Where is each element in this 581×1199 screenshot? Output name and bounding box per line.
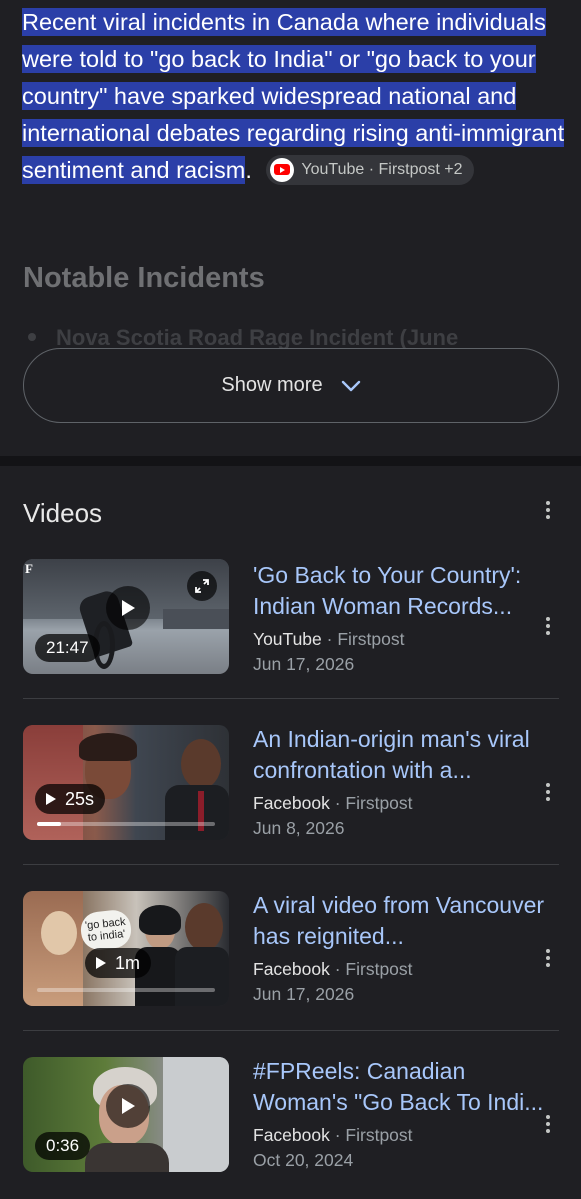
video-source: Facebook (253, 793, 330, 813)
video-result[interactable]: 0:36 #FPReels: Canadian Woman's "Go Back… (0, 1031, 581, 1197)
video-info: A viral video from Vancouver has reignit… (253, 890, 553, 1007)
youtube-icon (270, 157, 295, 182)
expand-icon[interactable] (187, 571, 217, 601)
video-publisher: Firstpost (345, 1125, 413, 1145)
duration-badge: 1m (85, 948, 152, 978)
more-options-icon[interactable] (538, 615, 558, 637)
video-meta: Facebook · Firstpost (253, 1125, 413, 1145)
video-meta: Facebook · Firstpost (253, 793, 413, 813)
video-info: 'Go Back to Your Country': Indian Woman … (253, 560, 553, 677)
play-icon (96, 957, 106, 969)
anchor-face-shape (181, 739, 221, 789)
more-options-icon[interactable] (538, 781, 558, 803)
video-thumbnail[interactable]: 0:36 (23, 1057, 229, 1172)
video-source: Facebook (253, 1125, 330, 1145)
duration-text: 25s (65, 789, 95, 809)
source-chip[interactable]: YouTube · Firstpost +2 (266, 154, 474, 185)
caption-bubble: 'go back to india' (79, 908, 133, 952)
video-result[interactable]: 'go back to india' 1m A viral video from… (0, 865, 581, 1031)
anchor-suit-shape (165, 785, 229, 840)
source-chip-label: YouTube · Firstpost +2 (301, 160, 463, 178)
video-thumbnail[interactable]: F 21:47 (23, 559, 229, 674)
play-icon (46, 793, 56, 805)
video-publisher: Firstpost (337, 629, 405, 649)
video-result[interactable]: 25s An Indian-origin man's viral confron… (0, 699, 581, 865)
video-title-link[interactable]: An Indian-origin man's viral confrontati… (253, 724, 553, 786)
overview-summary: Recent viral incidents in Canada where i… (22, 4, 567, 189)
more-options-icon[interactable] (538, 947, 558, 969)
video-thumbnail[interactable]: 25s (23, 725, 229, 840)
video-publisher: Firstpost (345, 793, 413, 813)
video-date: Jun 17, 2026 (253, 654, 355, 674)
video-meta: YouTube · Firstpost (253, 629, 405, 649)
hair-shape (139, 905, 181, 935)
firstpost-logo: F (25, 561, 33, 576)
ai-overview-section: Recent viral incidents in Canada where i… (0, 0, 581, 456)
video-info: #FPReels: Canadian Woman's "Go Back To I… (253, 1056, 553, 1173)
video-date: Jun 8, 2026 (253, 818, 345, 838)
video-title-link[interactable]: #FPReels: Canadian Woman's "Go Back To I… (253, 1056, 553, 1118)
hair-shape (79, 733, 137, 761)
notable-incidents-heading: Notable Incidents (23, 262, 265, 294)
duration-text: 1m (115, 953, 141, 973)
video-thumbnail[interactable]: 'go back to india' 1m (23, 891, 229, 1006)
anchor-face-shape (185, 903, 223, 951)
section-divider (0, 456, 581, 466)
show-more-label: Show more (221, 374, 323, 396)
bullet-icon (28, 333, 36, 341)
video-source: Facebook (253, 959, 330, 979)
video-source: YouTube (253, 629, 322, 649)
more-options-icon[interactable] (538, 1113, 558, 1135)
videos-section: Videos F 21:47 'Go Back to Your Country'… (0, 466, 581, 1199)
summary-period: . (245, 157, 252, 183)
show-more-button[interactable]: Show more (23, 348, 559, 423)
video-meta: Facebook · Firstpost (253, 959, 413, 979)
progress-bar (37, 822, 215, 826)
video-publisher: Firstpost (345, 959, 413, 979)
video-date: Oct 20, 2024 (253, 1150, 354, 1170)
building-shape (163, 1057, 229, 1172)
play-icon (106, 586, 150, 630)
chevron-down-icon (341, 380, 360, 391)
anchor-suit-shape (175, 947, 229, 1006)
faded-list-item-text: Nova Scotia Road Rage Incident (June (56, 325, 459, 350)
progress-bar (37, 988, 215, 992)
woman-face-shape (41, 911, 77, 955)
videos-heading: Videos (23, 498, 103, 528)
video-title-link[interactable]: A viral video from Vancouver has reignit… (253, 890, 553, 952)
duration-badge: 0:36 (35, 1132, 91, 1160)
play-icon (106, 1084, 150, 1128)
video-result[interactable]: F 21:47 'Go Back to Your Country': India… (0, 533, 581, 699)
duration-badge: 21:47 (35, 634, 100, 662)
video-date: Jun 17, 2026 (253, 984, 355, 1004)
video-info: An Indian-origin man's viral confrontati… (253, 724, 553, 841)
more-options-icon[interactable] (538, 499, 558, 521)
video-title-link[interactable]: 'Go Back to Your Country': Indian Woman … (253, 560, 553, 622)
coat-shape (85, 1143, 169, 1172)
duration-badge: 25s (35, 784, 106, 814)
cars-shape (163, 609, 229, 629)
